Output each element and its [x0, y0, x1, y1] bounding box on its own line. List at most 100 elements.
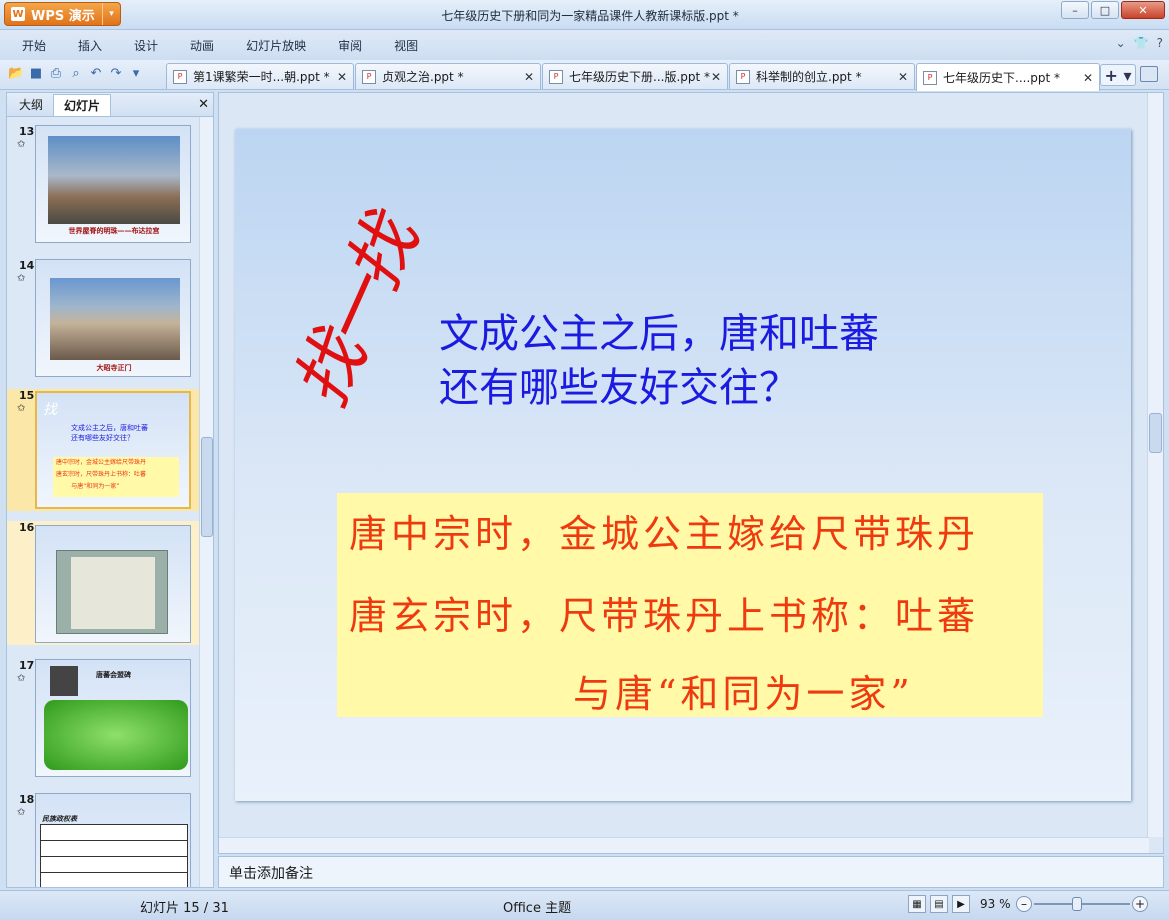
save-icon[interactable]: ■ [28, 66, 44, 82]
scrollbar-thumb[interactable] [1149, 413, 1162, 453]
collapse-ribbon-icon[interactable]: ⌄ [1116, 36, 1126, 50]
tab-label: 七年级历史下....ppt * [943, 71, 1061, 85]
stele-photo [50, 666, 78, 696]
slide-thumb-15-selected[interactable]: 15 ✩ 找文成公主之后，唐和吐蕃 还有哪些友好交往？ 唐中宗时，金城公主嫁给尺带珠丹… [7, 389, 199, 511]
slide-panel-scrollbar[interactable] [199, 117, 213, 887]
doc-tab-3[interactable]: P 七年级历史下册...版.ppt * ✕ [542, 63, 728, 89]
zoom-slider-knob[interactable] [1072, 897, 1082, 911]
green-text-box [44, 700, 188, 770]
tab-label: 七年级历史下册...版.ppt * [569, 70, 711, 84]
editor-horizontal-scrollbar[interactable] [219, 837, 1149, 853]
slide-number: 18 [19, 793, 35, 806]
close-tab-icon[interactable]: ✕ [524, 70, 534, 84]
animation-star-icon: ✩ [17, 273, 26, 284]
menu-slideshow[interactable]: 幻灯片放映 [246, 37, 306, 54]
animation-star-icon: ✩ [17, 139, 26, 150]
menu-review[interactable]: 审阅 [338, 37, 362, 54]
thumb-caption: 世界屋脊的明珠——布达拉宫 [68, 227, 160, 235]
slideshow-icon[interactable]: ▶ [952, 895, 970, 913]
ppt-file-icon: P [923, 70, 937, 85]
doc-tab-1[interactable]: P 第1课繁荣一时...朝.ppt * ✕ [166, 63, 354, 89]
close-button[interactable]: ✕ [1121, 1, 1165, 19]
menu-insert[interactable]: 插入 [78, 37, 102, 54]
zoom-in-icon[interactable]: + [1132, 896, 1148, 912]
animation-star-icon: ✩ [17, 673, 26, 684]
zoom-out-icon[interactable]: – [1016, 896, 1032, 912]
slide-thumb-16[interactable]: 16 [7, 521, 199, 645]
menu-animation[interactable]: 动画 [190, 37, 214, 54]
scrollbar-thumb[interactable] [201, 437, 213, 537]
restore-window-icon[interactable] [1140, 66, 1158, 82]
doc-tab-4[interactable]: P 科举制的创立.ppt * ✕ [729, 63, 915, 89]
print-preview-icon[interactable]: ⌕ [68, 66, 84, 82]
question-line-1: 文成公主之后，唐和吐蕃 [439, 311, 879, 357]
slide-thumb-14[interactable]: 14 ✩ 大昭寺正门 [7, 259, 199, 381]
animation-star-icon: ✩ [17, 403, 26, 414]
zoom-slider-track[interactable] [1034, 903, 1130, 905]
title-bar: W WPS 演示 ▾ 七年级历史下册和同为一家精品课件人教新课标版.ppt * … [0, 0, 1169, 30]
tab-label: 第1课繁荣一时...朝.ppt * [193, 70, 330, 84]
answer-line-1: 唐中宗时，金城公主嫁给尺带珠丹 [349, 512, 980, 556]
close-tab-icon[interactable]: ✕ [898, 70, 908, 84]
menu-design[interactable]: 设计 [134, 37, 158, 54]
app-button-label: WPS 演示 [31, 8, 95, 24]
customize-toolbar-icon[interactable]: ▾ [128, 66, 144, 82]
menu-home[interactable]: 开始 [22, 37, 46, 54]
maximize-button[interactable]: □ [1091, 1, 1119, 19]
doc-tab-2[interactable]: P 贞观之治.ppt * ✕ [355, 63, 541, 89]
normal-view-icon[interactable]: ▦ [908, 895, 926, 913]
tab-label: 贞观之治.ppt * [382, 70, 464, 84]
question-line-2: 还有哪些友好交往？ [439, 365, 799, 411]
print-icon[interactable]: ⎙ [48, 66, 64, 82]
undo-icon[interactable]: ↶ [88, 66, 104, 82]
animation-star-icon: ✩ [17, 807, 26, 818]
slide-number: 17 [19, 659, 35, 672]
slide-sorter-icon[interactable]: ▤ [930, 895, 948, 913]
find-heading[interactable]: 找一找 [265, 196, 439, 420]
menu-view[interactable]: 视图 [394, 37, 418, 54]
thumb-caption: 民族政权表 [42, 815, 77, 823]
redo-icon[interactable]: ↷ [108, 66, 124, 82]
table-thumb [40, 824, 188, 887]
slide-panel: 大纲 幻灯片 ✕ 13 ✩ 世界屋脊的明珠——布达拉宫 14 ✩ 大昭寺正门 15 ✩… [6, 92, 214, 888]
thumb-caption: 大昭寺正门 [96, 364, 132, 372]
ppt-file-icon: P [736, 69, 750, 84]
thumb-caption: 唐蕃会盟碑 [96, 671, 131, 679]
skin-icon[interactable]: 👕 [1134, 36, 1149, 50]
wps-app-menu-button[interactable]: W WPS 演示 ▾ [4, 2, 121, 26]
minimize-button[interactable]: – [1061, 1, 1089, 19]
tab-label: 科举制的创立.ppt * [756, 70, 862, 84]
help-icon[interactable]: ? [1157, 36, 1163, 50]
slide-thumb-18[interactable]: 18 ✩ 民族政权表 [7, 793, 199, 887]
close-panel-icon[interactable]: ✕ [198, 97, 209, 112]
slide-number: 15 [19, 389, 35, 402]
window-title: 七年级历史下册和同为一家精品课件人教新课标版.ppt * [441, 9, 739, 23]
tab-slides[interactable]: 幻灯片 [53, 94, 112, 116]
question-text[interactable]: 文成公主之后，唐和吐蕃 还有哪些友好交往？ [439, 307, 879, 415]
new-tab-button[interactable]: + ▾ [1100, 64, 1136, 86]
close-tab-icon[interactable]: ✕ [711, 70, 721, 84]
editor-vertical-scrollbar[interactable] [1147, 93, 1163, 837]
close-tab-icon[interactable]: ✕ [1083, 71, 1093, 85]
document-toolbar: 📂 ■ ⎙ ⌕ ↶ ↷ ▾ P 第1课繁荣一时...朝.ppt * ✕ P 贞观之治.… [0, 60, 1169, 91]
zoom-level: 93 % [980, 897, 1011, 911]
open-icon[interactable]: 📂 [8, 66, 24, 82]
ppt-file-icon: P [549, 69, 563, 84]
slide-number: 13 [19, 125, 35, 138]
tab-outline[interactable]: 大纲 [9, 94, 53, 116]
answer-line-3: 与唐“和同为一家” [573, 672, 914, 716]
notes-pane[interactable]: 单击添加备注 [218, 856, 1164, 888]
potala-palace-photo [48, 136, 180, 224]
answer-line-2: 唐玄宗时，尺带珠丹上书称：吐蕃 [349, 594, 980, 638]
slide-number: 16 [19, 521, 35, 534]
ppt-file-icon: P [362, 69, 376, 84]
current-slide[interactable]: 找一找 文成公主之后，唐和吐蕃 还有哪些友好交往？ 唐中宗时，金城公主嫁给尺带珠… [235, 129, 1131, 801]
close-tab-icon[interactable]: ✕ [337, 70, 347, 84]
slide-thumb-17[interactable]: 17 ✩ 唐蕃会盟碑 [7, 659, 199, 781]
slide-thumb-13[interactable]: 13 ✩ 世界屋脊的明珠——布达拉宫 [7, 125, 199, 247]
chevron-down-icon[interactable]: ▾ [102, 3, 120, 25]
slide-number: 14 [19, 259, 35, 272]
doc-tab-5-active[interactable]: P 七年级历史下....ppt * ✕ [916, 63, 1100, 91]
wps-logo-icon: W [11, 7, 25, 21]
answer-box[interactable]: 唐中宗时，金城公主嫁给尺带珠丹 唐玄宗时，尺带珠丹上书称：吐蕃 与唐“和同为一家… [337, 493, 1043, 717]
